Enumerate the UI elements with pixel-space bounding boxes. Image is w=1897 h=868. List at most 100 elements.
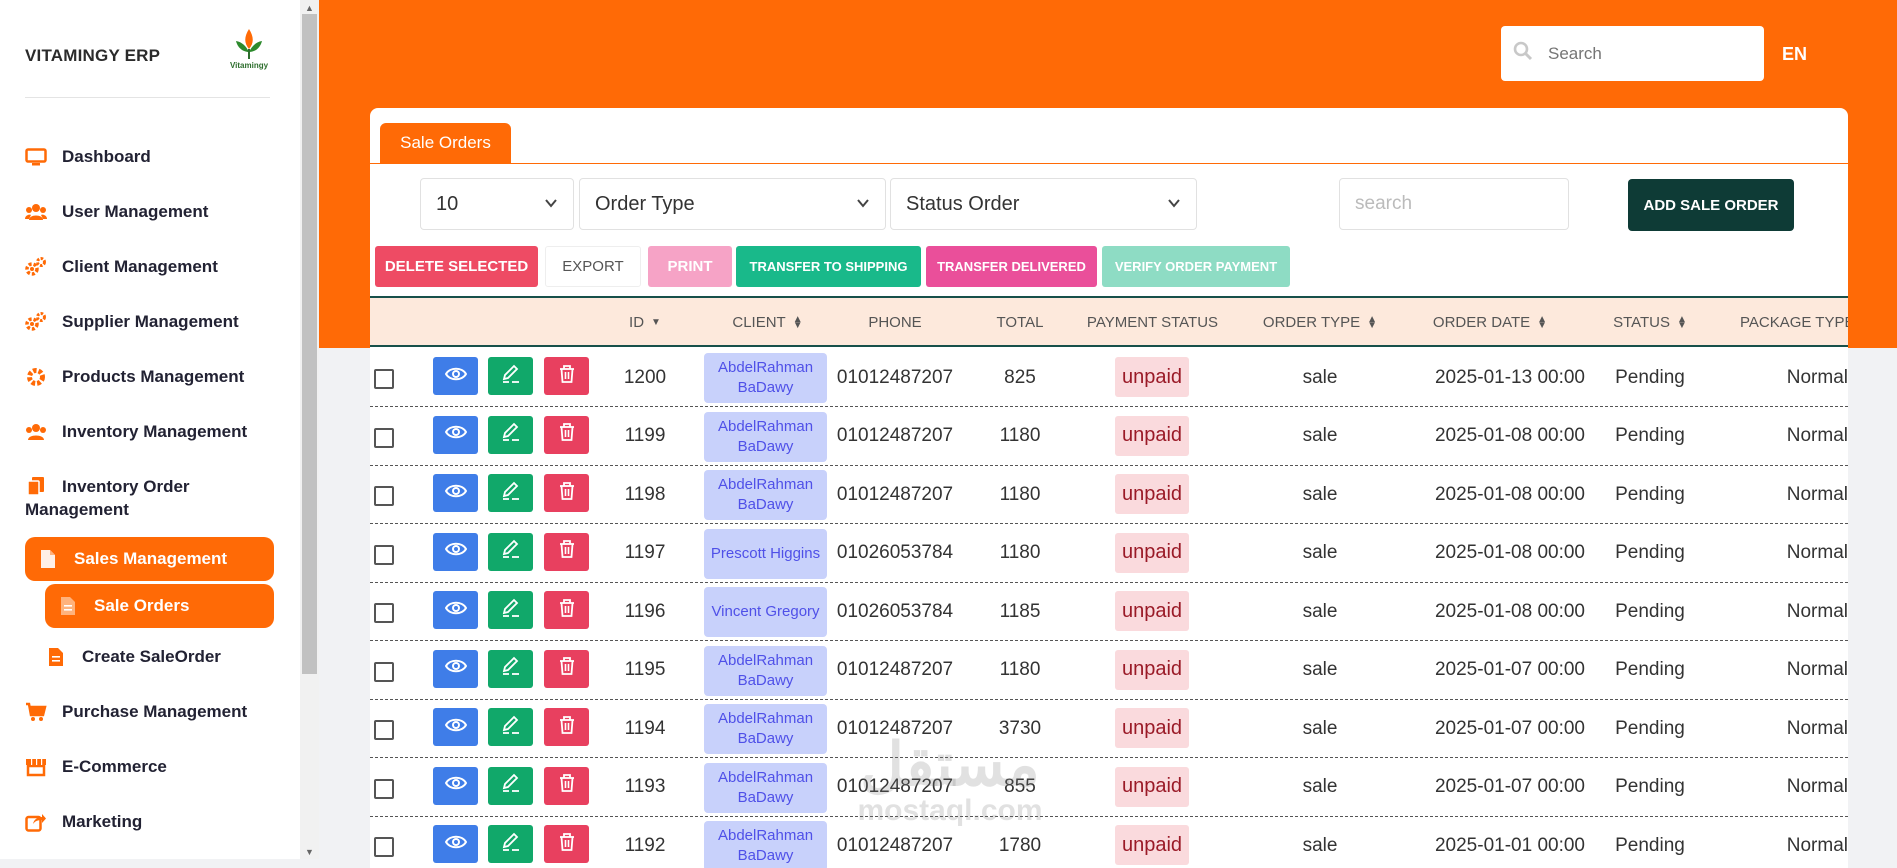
cell-client[interactable]: AbdelRahman BaDawy	[704, 821, 827, 868]
table-search-input[interactable]: search	[1339, 178, 1569, 230]
cell-id: 1196	[624, 600, 666, 622]
delete-button[interactable]	[544, 415, 589, 454]
cell-order-type: sale	[1302, 776, 1338, 797]
sidebar-item-client-management[interactable]: Client Management	[25, 255, 285, 279]
transfer-delivered-button[interactable]: TRANSFER DELIVERED	[926, 246, 1097, 287]
view-button[interactable]	[433, 415, 478, 454]
view-button[interactable]	[433, 474, 478, 512]
row-checkbox[interactable]	[374, 427, 394, 448]
cell-status: Pending	[1615, 717, 1685, 739]
cell-order-type: sale	[1302, 366, 1338, 388]
export-button[interactable]: EXPORT	[545, 246, 641, 287]
scroll-up-arrow-icon[interactable]: ▲	[305, 3, 314, 13]
view-button[interactable]	[433, 357, 478, 395]
sidebar-item-dashboard[interactable]: Dashboard	[25, 145, 285, 169]
edit-button[interactable]	[488, 474, 533, 512]
add-sale-order-button[interactable]: ADD SALE ORDER	[1628, 179, 1794, 231]
language-switch[interactable]: EN	[1782, 44, 1807, 65]
cell-id: 1195	[624, 659, 666, 680]
column-header-total: TOTAL	[996, 314, 1044, 331]
row-checkbox[interactable]	[374, 778, 394, 799]
storefront-icon	[25, 757, 47, 777]
order-type-select[interactable]: Order Type	[579, 178, 886, 230]
cell-status: Pending	[1615, 483, 1685, 505]
sidebar-item-inventory-management[interactable]: Inventory Management	[25, 420, 285, 444]
verify-order-payment-button[interactable]: VERIFY ORDER PAYMENT	[1102, 246, 1290, 287]
file-icon	[37, 549, 59, 569]
cell-client[interactable]: AbdelRahman BaDawy	[704, 470, 827, 520]
print-button[interactable]: PRINT	[648, 246, 732, 287]
cell-package-type: Normal	[1786, 776, 1848, 797]
cell-total: 1780	[998, 834, 1042, 856]
column-header-status[interactable]: STATUS ▲ ▼	[1600, 298, 1700, 347]
cell-total: 855	[1004, 776, 1036, 797]
edit-button[interactable]	[488, 649, 533, 688]
edit-button[interactable]	[488, 415, 533, 454]
table-row: 1200 AbdelRahman BaDawy 01012487207 825 unpa…	[370, 349, 1848, 407]
view-button[interactable]	[433, 532, 478, 571]
sidebar-item-sales-management[interactable]: Sales Management	[25, 537, 274, 581]
edit-button[interactable]	[488, 708, 533, 746]
row-checkbox[interactable]	[374, 486, 394, 506]
row-checkbox[interactable]	[374, 837, 394, 857]
view-button[interactable]	[433, 766, 478, 805]
page-size-select[interactable]: 10	[420, 178, 574, 230]
view-button[interactable]	[433, 649, 478, 688]
tab-sale-orders[interactable]: Sale Orders	[380, 123, 511, 163]
column-header-order-date[interactable]: ORDER DATE ▲ ▼	[1425, 298, 1555, 347]
scrollbar-thumb[interactable]	[302, 14, 317, 674]
edit-button[interactable]	[488, 825, 533, 863]
pencil-icon	[501, 598, 521, 623]
status-order-select[interactable]: Status Order	[890, 178, 1197, 230]
search-input[interactable]	[1548, 43, 1748, 64]
transfer-to-shipping-button[interactable]: TRANSFER TO SHIPPING	[736, 246, 921, 287]
column-header-client[interactable]: CLIENT ▲ ▼	[715, 298, 820, 347]
cell-client[interactable]: AbdelRahman BaDawy	[704, 353, 827, 403]
row-checkbox[interactable]	[374, 369, 394, 389]
edit-button[interactable]	[488, 357, 533, 395]
sidebar-item-create-saleorder[interactable]: Create SaleOrder	[45, 645, 305, 669]
trash-icon	[558, 656, 576, 681]
global-search[interactable]	[1501, 26, 1764, 81]
delete-button[interactable]	[544, 649, 589, 688]
cell-client[interactable]: AbdelRahman BaDawy	[704, 704, 827, 754]
row-checkbox[interactable]	[374, 603, 394, 623]
delete-selected-button[interactable]: DELETE SELECTED	[375, 246, 538, 287]
delete-button[interactable]	[544, 474, 589, 512]
cell-client[interactable]: AbdelRahman BaDawy	[704, 645, 827, 696]
column-header-id[interactable]: ID ▼	[610, 298, 680, 347]
trash-icon	[558, 773, 576, 798]
view-button[interactable]	[433, 825, 478, 863]
view-button[interactable]	[433, 708, 478, 746]
sidebar-item-purchase-management[interactable]: Purchase Management	[25, 700, 285, 724]
edit-button[interactable]	[488, 591, 533, 629]
sidebar-item-marketing[interactable]: Marketing	[25, 810, 285, 834]
column-header-order-type[interactable]: ORDER TYPE ▲ ▼	[1255, 298, 1385, 347]
sidebar-item-inventory-order-management[interactable]: Inventory Order Management	[25, 475, 285, 523]
edit-button[interactable]	[488, 766, 533, 805]
cell-client[interactable]: Prescott Higgins	[704, 528, 827, 579]
scroll-down-arrow-icon[interactable]: ▼	[305, 847, 314, 857]
sidebar-item-e-commerce[interactable]: E-Commerce	[25, 755, 285, 779]
cell-client[interactable]: AbdelRahman BaDawy	[704, 411, 827, 462]
file-invoice-icon	[45, 647, 67, 667]
edit-button[interactable]	[488, 532, 533, 571]
sidebar-item-supplier-management[interactable]: Supplier Management	[25, 310, 285, 334]
delete-button[interactable]	[544, 532, 589, 571]
row-checkbox[interactable]	[374, 720, 394, 740]
delete-button[interactable]	[544, 591, 589, 629]
sidebar-item-sale-orders[interactable]: Sale Orders	[45, 584, 274, 628]
sidebar-item-user-management[interactable]: User Management	[25, 200, 285, 224]
row-checkbox[interactable]	[374, 661, 394, 682]
sidebar-item-products-management[interactable]: Products Management	[25, 365, 285, 389]
delete-button[interactable]	[544, 825, 589, 863]
trash-icon	[558, 422, 576, 447]
delete-button[interactable]	[544, 766, 589, 805]
delete-button[interactable]	[544, 708, 589, 746]
row-checkbox[interactable]	[374, 544, 394, 565]
delete-button[interactable]	[544, 357, 589, 395]
cell-client[interactable]: AbdelRahman BaDawy	[704, 762, 827, 813]
view-button[interactable]	[433, 591, 478, 629]
cell-client[interactable]: Vincent Gregory	[704, 587, 827, 637]
sidebar-item-label: Sale Orders	[94, 596, 190, 615]
